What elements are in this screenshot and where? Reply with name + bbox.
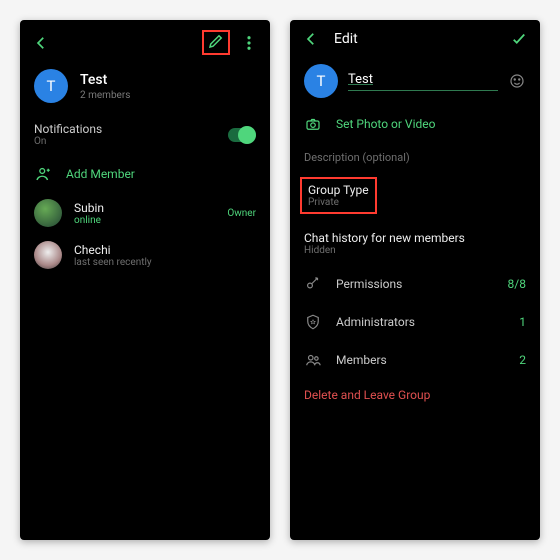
members-count: 2	[519, 353, 526, 367]
group-info-screen: T Test 2 members Notifications On Add Me…	[20, 20, 270, 540]
member-row[interactable]: Subin online Owner	[20, 192, 270, 234]
admins-label: Administrators	[336, 315, 415, 329]
back-arrow-icon[interactable]	[302, 30, 320, 48]
member-name: Chechi	[74, 243, 152, 257]
chat-history-row[interactable]: Chat history for new members Hidden	[290, 222, 540, 265]
permissions-count: 8/8	[508, 277, 526, 291]
back-arrow-icon[interactable]	[32, 34, 50, 52]
chat-history-value: Hidden	[304, 245, 526, 256]
emoji-icon[interactable]	[508, 72, 526, 90]
description-row[interactable]: Description (optional)	[290, 142, 540, 173]
group-type-highlight: Group Type Private	[300, 177, 377, 214]
topbar	[20, 20, 270, 65]
admins-row[interactable]: Administrators 1	[290, 303, 540, 341]
group-header: T Test 2 members	[20, 65, 270, 113]
notifications-label: Notifications	[34, 122, 102, 136]
add-member-row[interactable]: Add Member	[20, 156, 270, 192]
check-icon[interactable]	[510, 30, 528, 48]
chat-history-label: Chat history for new members	[304, 231, 526, 245]
set-photo-row[interactable]: Set Photo or Video	[290, 106, 540, 142]
notifications-status: On	[34, 136, 102, 147]
add-member-label: Add Member	[66, 167, 135, 181]
add-member-icon	[34, 165, 52, 183]
member-status: online	[74, 215, 104, 226]
group-avatar[interactable]: T	[34, 69, 68, 103]
permissions-label: Permissions	[336, 277, 402, 291]
group-avatar[interactable]: T	[304, 64, 338, 98]
members-row[interactable]: Members 2	[290, 341, 540, 379]
member-avatar	[34, 241, 62, 269]
edit-group-screen: Edit T Test Set Photo or Video Descripti…	[290, 20, 540, 540]
edit-title-row: T Test	[290, 58, 540, 106]
key-icon	[304, 275, 322, 293]
description-label: Description (optional)	[304, 151, 410, 164]
edit-highlight	[202, 30, 230, 55]
member-role: Owner	[227, 208, 256, 219]
shield-icon	[304, 313, 322, 331]
member-row[interactable]: Chechi last seen recently	[20, 234, 270, 276]
permissions-row[interactable]: Permissions 8/8	[290, 265, 540, 303]
group-name-input[interactable]: Test	[348, 72, 498, 91]
member-name: Subin	[74, 201, 104, 215]
delete-group-label: Delete and Leave Group	[304, 388, 430, 402]
topbar: Edit	[290, 20, 540, 58]
member-status: last seen recently	[74, 257, 152, 268]
group-type-label[interactable]: Group Type	[308, 183, 369, 197]
delete-group-row[interactable]: Delete and Leave Group	[290, 379, 540, 411]
set-photo-label: Set Photo or Video	[336, 117, 435, 131]
group-type-value: Private	[308, 197, 369, 208]
notifications-row[interactable]: Notifications On	[20, 113, 270, 156]
group-title: Test	[80, 72, 130, 88]
group-subtitle: 2 members	[80, 90, 130, 101]
pencil-icon[interactable]	[207, 32, 225, 50]
member-avatar	[34, 199, 62, 227]
camera-icon	[304, 115, 322, 133]
people-icon	[304, 351, 322, 369]
admins-count: 1	[519, 315, 526, 329]
notifications-toggle[interactable]	[228, 128, 256, 142]
header-title: Edit	[334, 31, 358, 47]
more-vertical-icon[interactable]	[240, 34, 258, 52]
members-label: Members	[336, 353, 387, 367]
